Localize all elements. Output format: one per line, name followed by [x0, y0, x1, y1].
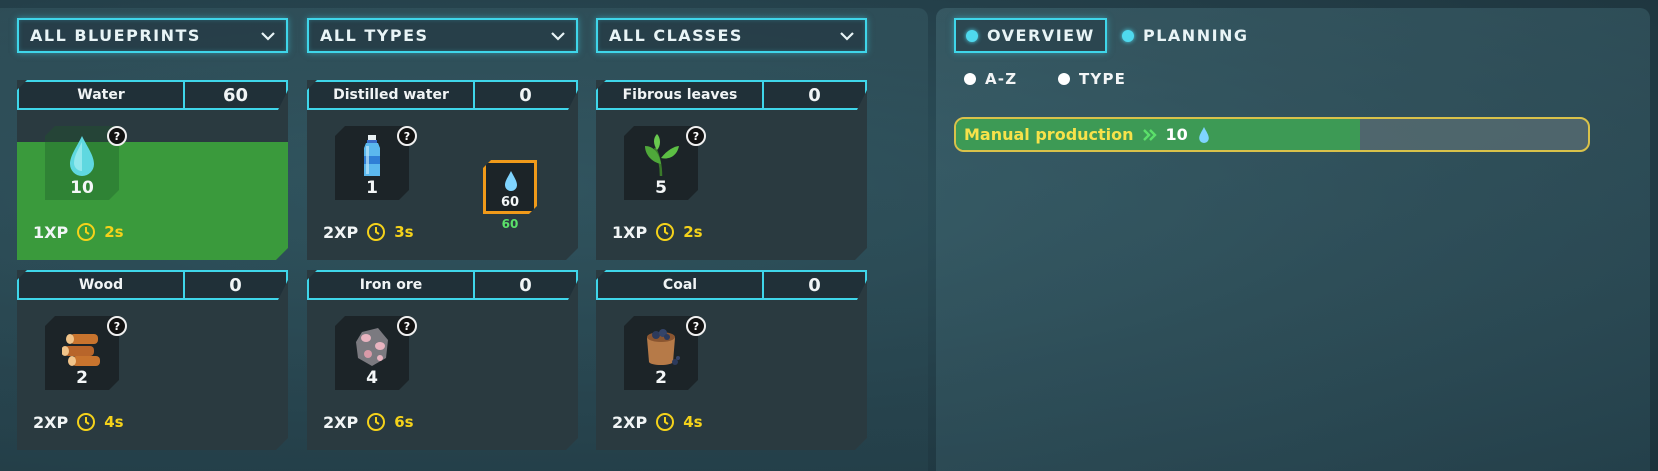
craft-time: 3s — [394, 223, 414, 241]
clock-icon — [655, 222, 675, 242]
coal-sack-icon — [641, 324, 681, 368]
leaves-icon — [641, 134, 681, 178]
blueprint-card-fibrous-leaves[interactable]: Fibrous leaves 0 5 ? 1XP 2s — [596, 80, 867, 260]
tab-planning-label: PLANNING — [1143, 26, 1249, 45]
manual-production-bar[interactable]: Manual production 10 — [954, 117, 1590, 152]
xp-reward: 2XP — [33, 412, 69, 432]
card-footer: 2XP 4s — [612, 412, 703, 432]
tab-overview[interactable]: OVERVIEW — [954, 18, 1107, 53]
production-content: Manual production 10 — [964, 119, 1212, 150]
blueprint-name: Fibrous leaves — [596, 80, 764, 110]
radio-dot — [1058, 73, 1070, 85]
item-quantity: 2 — [655, 368, 667, 388]
card-footer: 2XP 6s — [323, 412, 414, 432]
card-header: Water 60 — [17, 80, 288, 110]
classes-filter-dropdown[interactable]: ALL CLASSES — [596, 18, 867, 53]
tab-indicator-dot — [966, 29, 978, 42]
blueprint-name: Water — [17, 80, 185, 110]
tab-planning[interactable]: PLANNING — [1122, 18, 1249, 53]
xp-reward: 1XP — [612, 222, 648, 242]
blueprint-name: Coal — [596, 270, 764, 300]
item-quantity: 10 — [70, 178, 94, 198]
help-icon[interactable]: ? — [397, 126, 417, 146]
blueprint-count: 0 — [185, 270, 288, 300]
ingredient-available: 60 — [501, 217, 519, 231]
help-icon[interactable]: ? — [397, 316, 417, 336]
blueprints-filter-label: ALL BLUEPRINTS — [30, 26, 201, 45]
card-header: Iron ore 0 — [307, 270, 578, 300]
blueprint-card-water[interactable]: Water 60 10 ? 1XP 2s — [17, 80, 288, 260]
item-quantity: 5 — [655, 178, 667, 198]
clock-icon — [76, 412, 96, 432]
card-footer: 1XP 2s — [612, 222, 703, 242]
double-chevron-right-icon — [1142, 128, 1157, 141]
craft-time: 2s — [104, 223, 124, 241]
blueprint-count: 0 — [764, 80, 867, 110]
blueprint-name: Distilled water — [307, 80, 475, 110]
water-drop-icon — [62, 134, 102, 178]
ingredient-slot[interactable]: 60 — [483, 160, 537, 214]
card-header: Coal 0 — [596, 270, 867, 300]
types-filter-label: ALL TYPES — [320, 26, 429, 45]
water-drop-icon — [501, 167, 521, 195]
help-icon[interactable]: ? — [686, 316, 706, 336]
sort-type-radio[interactable]: TYPE — [1058, 70, 1126, 88]
production-value: 10 — [1165, 125, 1188, 144]
water-drop-icon — [1198, 126, 1209, 143]
overview-panel — [936, 8, 1650, 471]
clock-icon — [366, 222, 386, 242]
help-icon[interactable]: ? — [107, 126, 127, 146]
logs-icon — [62, 324, 102, 368]
item-quantity: 1 — [366, 178, 378, 198]
classes-filter-label: ALL CLASSES — [609, 26, 743, 45]
production-label: Manual production — [964, 125, 1134, 144]
card-footer: 2XP 4s — [33, 412, 124, 432]
sort-az-label: A-Z — [985, 70, 1018, 88]
blueprint-card-distilled-water[interactable]: Distilled water 0 1 ? 60 60 2XP 3s — [307, 80, 578, 260]
card-footer: 2XP 3s — [323, 222, 414, 242]
tab-indicator-dot — [1122, 29, 1134, 42]
sort-az-radio[interactable]: A-Z — [964, 70, 1017, 88]
ingredient-required: 60 — [500, 195, 520, 210]
clock-icon — [366, 412, 386, 432]
blueprint-count: 0 — [475, 270, 578, 300]
chevron-down-icon — [551, 31, 565, 41]
xp-reward: 2XP — [323, 222, 359, 242]
blueprint-name: Wood — [17, 270, 185, 300]
xp-reward: 1XP — [33, 222, 69, 242]
xp-reward: 2XP — [323, 412, 359, 432]
blueprint-count: 0 — [475, 80, 578, 110]
craft-time: 2s — [683, 223, 703, 241]
blueprint-count: 60 — [185, 80, 288, 110]
craft-time: 4s — [104, 413, 124, 431]
blueprint-count: 0 — [764, 270, 867, 300]
card-header: Distilled water 0 — [307, 80, 578, 110]
blueprint-card-wood[interactable]: Wood 0 2 ? 2XP 4s — [17, 270, 288, 450]
clock-icon — [76, 222, 96, 242]
chevron-down-icon — [840, 31, 854, 41]
radio-dot — [964, 73, 976, 85]
tab-overview-label: OVERVIEW — [987, 26, 1095, 45]
blueprint-card-iron-ore[interactable]: Iron ore 0 4 ? 2XP 6s — [307, 270, 578, 450]
blueprint-card-coal[interactable]: Coal 0 2 ? 2XP 4s — [596, 270, 867, 450]
types-filter-dropdown[interactable]: ALL TYPES — [307, 18, 578, 53]
card-header: Wood 0 — [17, 270, 288, 300]
clock-icon — [655, 412, 675, 432]
craft-time: 6s — [394, 413, 414, 431]
card-footer: 1XP 2s — [33, 222, 124, 242]
item-quantity: 2 — [76, 368, 88, 388]
help-icon[interactable]: ? — [107, 316, 127, 336]
chevron-down-icon — [261, 31, 275, 41]
blueprints-filter-dropdown[interactable]: ALL BLUEPRINTS — [17, 18, 288, 53]
card-header: Fibrous leaves 0 — [596, 80, 867, 110]
help-icon[interactable]: ? — [686, 126, 706, 146]
xp-reward: 2XP — [612, 412, 648, 432]
item-quantity: 4 — [366, 368, 378, 388]
water-bottle-icon — [352, 134, 392, 178]
blueprint-name: Iron ore — [307, 270, 475, 300]
sort-type-label: TYPE — [1079, 70, 1127, 88]
iron-ore-icon — [352, 324, 392, 368]
craft-time: 4s — [683, 413, 703, 431]
